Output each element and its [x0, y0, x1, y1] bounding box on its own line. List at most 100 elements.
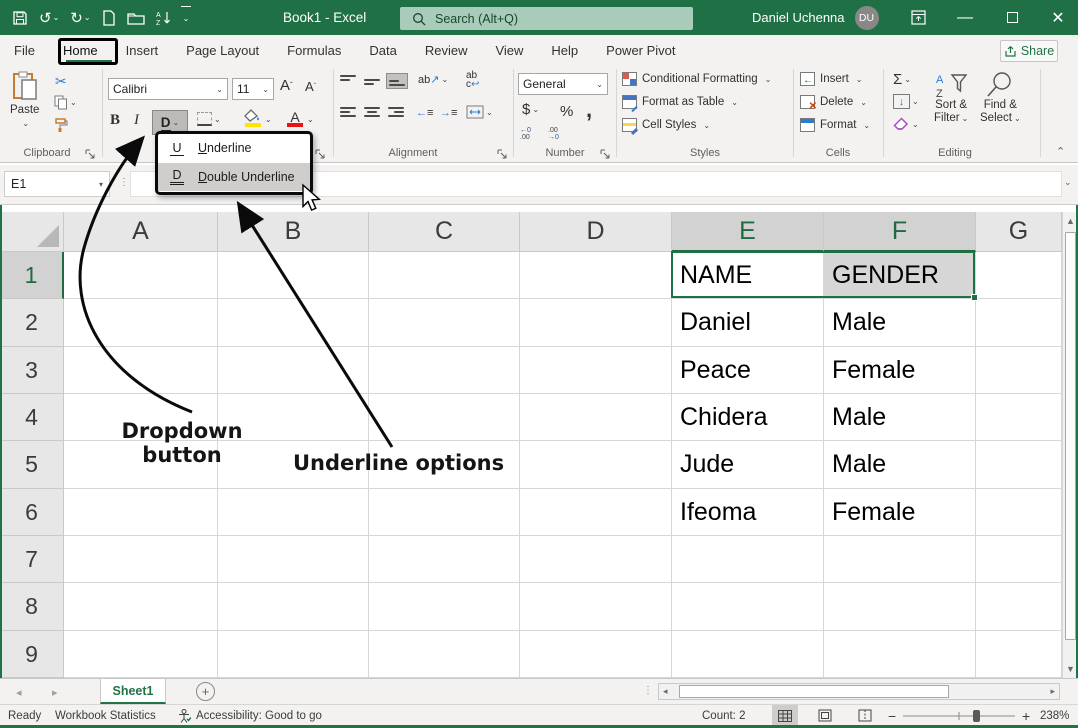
- cell-E5[interactable]: Jude: [672, 441, 824, 489]
- select-all-corner[interactable]: [0, 212, 64, 252]
- cell-G5[interactable]: [976, 441, 1062, 489]
- fill-color-dropdown-icon[interactable]: ⌄: [265, 115, 272, 124]
- search-input[interactable]: Search (Alt+Q): [400, 7, 693, 30]
- fill-handle[interactable]: [971, 294, 978, 301]
- delete-cells-button[interactable]: ✕ Delete⌄: [800, 95, 867, 109]
- cell-D7[interactable]: [520, 536, 672, 583]
- merge-center-button[interactable]: ⌄: [466, 105, 493, 119]
- undo-button[interactable]: ↺⌄: [37, 6, 61, 30]
- increase-decimal-button[interactable]: ←0.00: [520, 127, 531, 141]
- row-header-3[interactable]: 3: [0, 347, 64, 394]
- column-header-C[interactable]: C: [369, 212, 520, 252]
- format-painter-button[interactable]: [54, 117, 69, 132]
- cell-F6[interactable]: Female: [824, 489, 976, 536]
- cell-C2[interactable]: [369, 299, 520, 347]
- top-align-button[interactable]: [340, 75, 356, 85]
- clear-dropdown-icon[interactable]: ⌄: [912, 120, 919, 129]
- number-dialog-launcher-icon[interactable]: [600, 147, 612, 159]
- cell-C9[interactable]: [369, 631, 520, 678]
- tabbar-splitter[interactable]: ⋮: [643, 685, 654, 696]
- cell-F3[interactable]: Female: [824, 347, 976, 394]
- zoom-out-button[interactable]: −: [888, 705, 896, 726]
- cell-D6[interactable]: [520, 489, 672, 536]
- cell-E1[interactable]: NAME: [672, 252, 824, 299]
- format-cells-button[interactable]: Format⌄: [800, 118, 870, 132]
- alignment-dialog-launcher-icon[interactable]: [497, 147, 509, 159]
- cell-E8[interactable]: [672, 583, 824, 631]
- column-header-A[interactable]: A: [64, 212, 218, 252]
- cell-D9[interactable]: [520, 631, 672, 678]
- orientation-button[interactable]: ab↗⌄: [418, 73, 448, 86]
- merge-center-dropdown-icon[interactable]: ⌄: [486, 108, 493, 117]
- row-header-6[interactable]: 6: [0, 489, 64, 536]
- autosum-dropdown-icon[interactable]: ⌄: [904, 75, 911, 84]
- cell-E2[interactable]: Daniel: [672, 299, 824, 347]
- row-header-7[interactable]: 7: [0, 536, 64, 583]
- cell-D4[interactable]: [520, 394, 672, 441]
- autosum-button[interactable]: Σ⌄: [893, 71, 911, 88]
- cell-G9[interactable]: [976, 631, 1062, 678]
- cell-B6[interactable]: [218, 489, 369, 536]
- format-as-table-button[interactable]: Format as Table⌄: [622, 95, 738, 109]
- cell-F8[interactable]: [824, 583, 976, 631]
- cell-E4[interactable]: Chidera: [672, 394, 824, 441]
- tab-view[interactable]: View: [481, 35, 537, 65]
- avatar[interactable]: DU: [855, 6, 879, 30]
- font-color-button[interactable]: A ⌄: [285, 109, 314, 129]
- tab-page-layout[interactable]: Page Layout: [172, 35, 273, 65]
- account-area[interactable]: Daniel Uchenna DU: [752, 0, 879, 35]
- horizontal-scroll-thumb[interactable]: [679, 685, 949, 698]
- cell-B2[interactable]: [218, 299, 369, 347]
- zoom-level[interactable]: 238%: [1040, 705, 1069, 726]
- cell-G6[interactable]: [976, 489, 1062, 536]
- cell-A9[interactable]: [64, 631, 218, 678]
- cell-F7[interactable]: [824, 536, 976, 583]
- accessibility-status[interactable]: Accessibility: Good to go: [178, 705, 322, 726]
- cell-E3[interactable]: Peace: [672, 347, 824, 394]
- wrap-text-button[interactable]: abc↩: [466, 71, 479, 89]
- accounting-dropdown-icon[interactable]: ⌄: [532, 105, 539, 114]
- row-header-2[interactable]: 2: [0, 299, 64, 347]
- row-header-8[interactable]: 8: [0, 583, 64, 631]
- maximize-button[interactable]: [992, 0, 1032, 35]
- cell-A2[interactable]: [64, 299, 218, 347]
- scroll-right-icon[interactable]: ▸: [1050, 686, 1055, 697]
- cell-D1[interactable]: [520, 252, 672, 299]
- cell-E7[interactable]: [672, 536, 824, 583]
- name-box[interactable]: E1 ▾: [4, 171, 110, 197]
- cell-F5[interactable]: Male: [824, 441, 976, 489]
- cell-A1[interactable]: [64, 252, 218, 299]
- customize-qat-icon[interactable]: ⌄: [181, 6, 192, 30]
- cell-C7[interactable]: [369, 536, 520, 583]
- orientation-dropdown-icon[interactable]: ⌄: [441, 75, 448, 84]
- page-break-view-button[interactable]: [852, 705, 878, 726]
- cell-A8[interactable]: [64, 583, 218, 631]
- workbook-statistics-button[interactable]: Workbook Statistics: [55, 705, 156, 726]
- clear-button[interactable]: ⌄: [893, 117, 919, 132]
- prev-sheet-icon[interactable]: ◂: [16, 679, 22, 705]
- name-box-dropdown-icon[interactable]: ▾: [99, 180, 103, 189]
- font-dialog-launcher-icon[interactable]: [315, 147, 327, 159]
- tab-data[interactable]: Data: [355, 35, 410, 65]
- menu-item-double-underline[interactable]: D Double Underline: [158, 163, 310, 192]
- cell-A7[interactable]: [64, 536, 218, 583]
- share-button[interactable]: Share: [1000, 40, 1058, 62]
- cell-A6[interactable]: [64, 489, 218, 536]
- align-right-button[interactable]: [388, 107, 404, 117]
- formula-bar-splitter[interactable]: ⋮: [119, 177, 130, 188]
- font-size-combobox[interactable]: 11⌄: [232, 78, 274, 100]
- bottom-align-button[interactable]: [386, 73, 408, 89]
- zoom-slider[interactable]: [903, 705, 1015, 726]
- cell-B1[interactable]: [218, 252, 369, 299]
- tab-help[interactable]: Help: [537, 35, 592, 65]
- cell-B3[interactable]: [218, 347, 369, 394]
- undo-dropdown-icon[interactable]: ⌄: [53, 13, 60, 22]
- normal-view-button[interactable]: [772, 705, 798, 726]
- column-header-F[interactable]: F: [824, 212, 976, 252]
- cell-A3[interactable]: [64, 347, 218, 394]
- cell-styles-button[interactable]: Cell Styles⌄: [622, 118, 710, 132]
- row-header-9[interactable]: 9: [0, 631, 64, 678]
- bold-button[interactable]: B: [110, 112, 120, 129]
- close-button[interactable]: ✕: [1038, 0, 1078, 35]
- align-left-button[interactable]: [340, 107, 356, 117]
